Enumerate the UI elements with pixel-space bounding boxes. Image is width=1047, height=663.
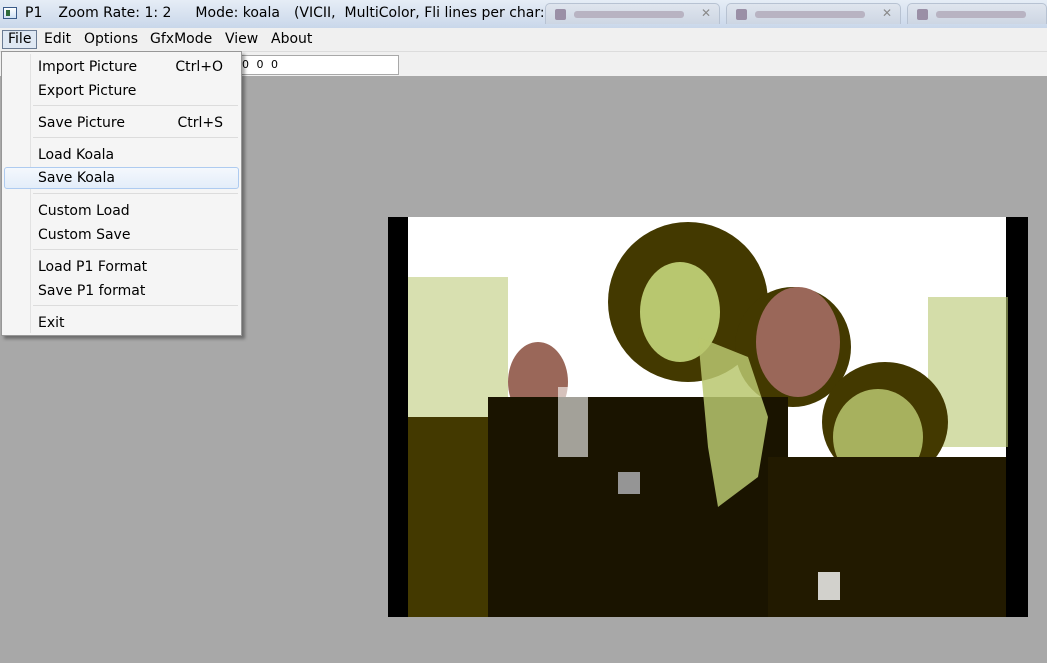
background-browser-tab[interactable]	[907, 3, 1047, 24]
menu-item-shortcut: Ctrl+O	[175, 59, 223, 75]
menu-custom-save[interactable]: Custom Save	[4, 224, 239, 246]
left-green-background	[408, 277, 508, 417]
menu-item-label: Custom Save	[38, 227, 131, 243]
menu-item-label: Save Picture	[38, 115, 125, 131]
menu-export-picture[interactable]: Export Picture	[4, 80, 239, 102]
title-app-name: P1	[25, 5, 43, 21]
window-title: P1 Zoom Rate: 1: 2 Mode: koala (VICII, Mult…	[25, 5, 563, 21]
menu-item-label: Custom Load	[38, 203, 130, 219]
menu-separator	[33, 305, 238, 306]
menu-load-p1-format[interactable]: Load P1 Format	[4, 256, 239, 278]
tab-favicon-icon	[555, 9, 566, 20]
menu-gfxmode[interactable]: GfxMode	[145, 30, 217, 49]
app-icon	[3, 7, 17, 19]
blurred-tab-title	[936, 11, 1026, 18]
menu-item-label: Load P1 Format	[38, 259, 148, 275]
tab-close-icon[interactable]: ✕	[882, 6, 892, 20]
menu-about[interactable]: About	[266, 30, 317, 49]
value-field[interactable]: 0 0 0	[233, 55, 399, 75]
pixel-art-image	[388, 217, 1028, 617]
background-browser-tab[interactable]: ✕	[726, 3, 901, 24]
menu-separator	[33, 193, 238, 194]
tab-close-icon[interactable]: ✕	[701, 6, 711, 20]
menu-view[interactable]: View	[220, 30, 263, 49]
menu-exit[interactable]: Exit	[4, 312, 239, 334]
menu-item-label: Import Picture	[38, 59, 138, 75]
tab-favicon-icon	[736, 9, 747, 20]
left-border	[388, 217, 408, 617]
menu-load-koala[interactable]: Load Koala	[4, 144, 239, 166]
title-mode: Mode: koala	[195, 5, 280, 21]
title-mode-info: (VICII, MultiColor, Fli lines per char: …	[293, 5, 564, 21]
file-menu-dropdown: Import Picture Ctrl+O Export Picture Sav…	[1, 51, 242, 336]
menu-item-label: Save Koala	[38, 170, 115, 186]
menu-save-picture[interactable]: Save Picture Ctrl+S	[4, 112, 239, 134]
tab-favicon-icon	[917, 9, 928, 20]
menu-separator	[33, 137, 238, 138]
highlight-patch	[558, 387, 588, 457]
blurred-tab-title	[755, 11, 865, 18]
menu-item-label: Load Koala	[38, 147, 115, 163]
menu-import-picture[interactable]: Import Picture Ctrl+O	[4, 56, 239, 78]
menu-separator	[33, 105, 238, 106]
menu-options[interactable]: Options	[79, 30, 143, 49]
menu-edit[interactable]: Edit	[39, 30, 76, 49]
menu-custom-load[interactable]: Custom Load	[4, 200, 239, 222]
title-bar: P1 Zoom Rate: 1: 2 Mode: koala (VICII, Mult…	[0, 0, 1047, 29]
menu-item-label: Exit	[38, 315, 65, 331]
menu-save-koala[interactable]: Save Koala	[4, 167, 239, 189]
dark-clothing	[768, 457, 1006, 617]
background-browser-tab[interactable]: ✕	[545, 3, 720, 24]
person-face	[756, 287, 840, 397]
menu-file[interactable]: File	[2, 30, 38, 49]
menu-save-p1-format[interactable]: Save P1 format	[4, 280, 239, 302]
menu-item-label: Save P1 format	[38, 283, 146, 299]
right-border	[1006, 217, 1028, 617]
blurred-tab-title	[574, 11, 684, 18]
koala-picture[interactable]	[388, 217, 1028, 617]
highlight-patch	[618, 472, 640, 494]
menu-item-shortcut: Ctrl+S	[177, 115, 223, 131]
highlight-patch	[818, 572, 840, 600]
menu-separator	[33, 249, 238, 250]
menu-bar: File Edit Options GfxMode View About	[0, 28, 1047, 52]
title-zoom-rate: Zoom Rate: 1: 2	[58, 5, 172, 21]
menu-item-label: Export Picture	[38, 83, 137, 99]
